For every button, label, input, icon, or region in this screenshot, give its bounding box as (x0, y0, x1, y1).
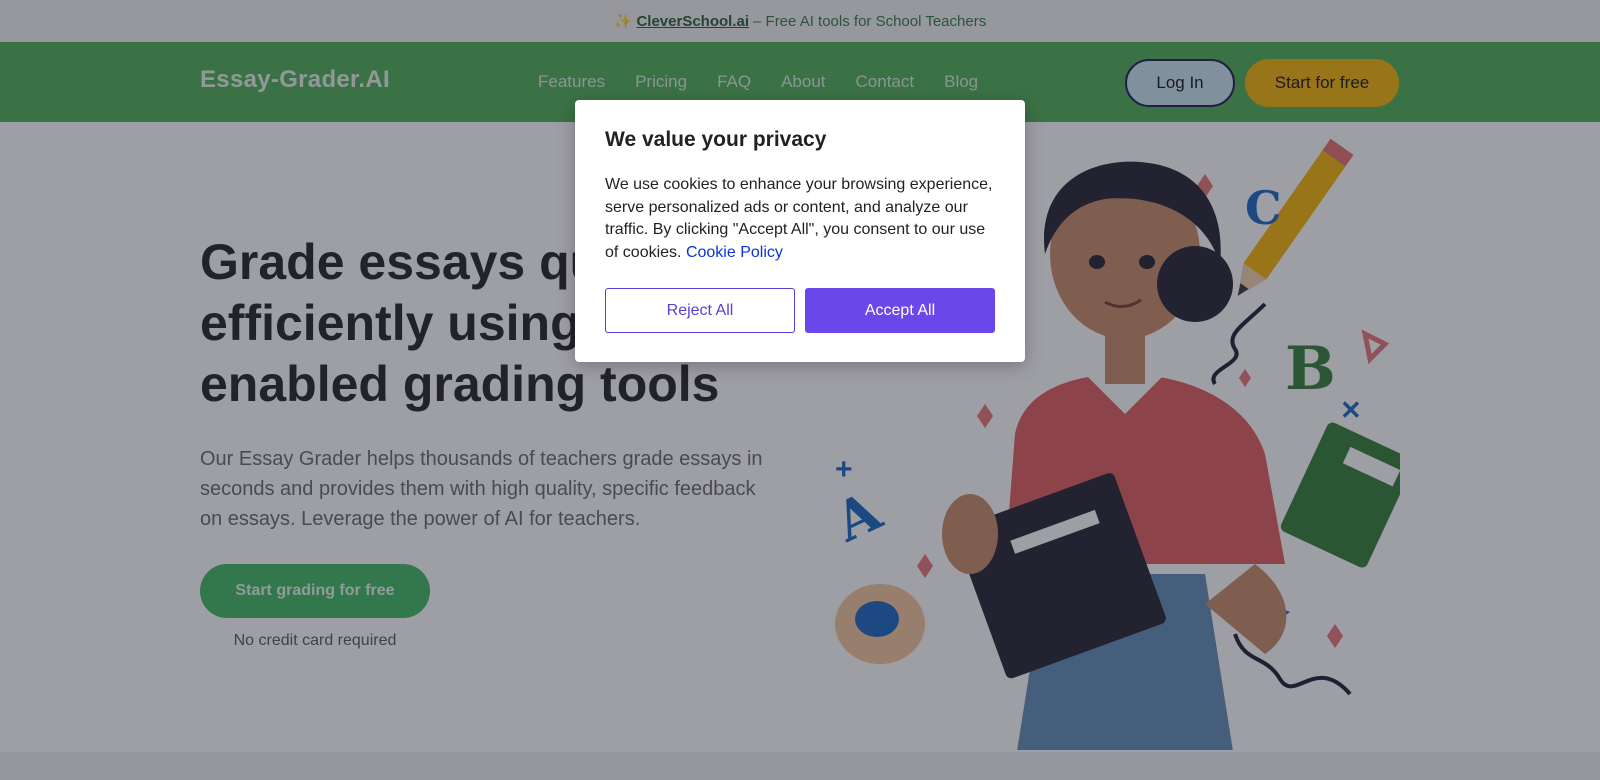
dialog-body-text: We use cookies to enhance your browsing … (605, 176, 993, 261)
cookie-policy-link[interactable]: Cookie Policy (686, 244, 783, 261)
dialog-body: We use cookies to enhance your browsing … (605, 174, 995, 264)
reject-all-button[interactable]: Reject All (605, 288, 795, 333)
dialog-title: We value your privacy (605, 128, 827, 151)
accept-all-button[interactable]: Accept All (805, 288, 995, 333)
cookie-consent-dialog: We value your privacy We use cookies to … (575, 100, 1025, 362)
dialog-buttons: Reject All Accept All (605, 288, 995, 333)
